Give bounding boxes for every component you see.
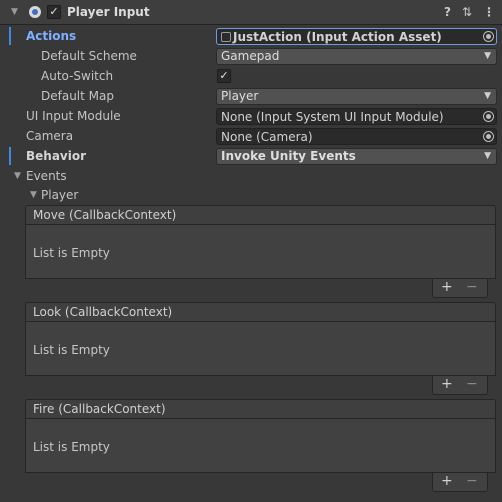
- actions-label: Actions: [26, 29, 77, 43]
- camera-label: Camera: [26, 129, 74, 143]
- default-map-dropdown[interactable]: Player ▼: [216, 88, 497, 105]
- object-picker-icon[interactable]: [483, 111, 494, 122]
- remove-listener-button[interactable]: −: [466, 473, 478, 489]
- default-scheme-label: Default Scheme: [41, 49, 137, 63]
- event-footer-fire: + −: [432, 473, 488, 492]
- event-body-look: List is Empty: [25, 322, 496, 376]
- input-action-asset-icon: [221, 32, 231, 42]
- ui-input-module-value: None (Input System UI Input Module): [221, 110, 444, 124]
- default-map-label: Default Map: [41, 89, 114, 103]
- component-title: Player Input: [67, 5, 150, 19]
- list-empty-text: List is Empty: [33, 343, 110, 357]
- list-empty-text: List is Empty: [33, 246, 110, 260]
- behavior-value: Invoke Unity Events: [221, 149, 356, 163]
- behavior-dropdown[interactable]: Invoke Unity Events ▼: [216, 148, 497, 165]
- default-map-value: Player: [221, 89, 259, 103]
- events-foldout-arrow-icon[interactable]: ▼: [14, 166, 21, 186]
- event-name: Move (CallbackContext): [33, 208, 177, 222]
- help-icon[interactable]: ?: [444, 0, 451, 24]
- add-listener-button[interactable]: +: [441, 376, 453, 392]
- event-header-look: Look (CallbackContext): [25, 302, 496, 322]
- camera-field[interactable]: None (Camera): [216, 128, 497, 145]
- event-header-fire: Fire (CallbackContext): [25, 399, 496, 419]
- chevron-down-icon: ▼: [484, 151, 491, 161]
- event-footer-move: + −: [432, 279, 488, 298]
- ui-input-module-field[interactable]: None (Input System UI Input Module): [216, 108, 497, 125]
- component-header[interactable]: ▼ ✓ Player Input ? ⇅ ⋮: [0, 0, 502, 25]
- object-picker-icon[interactable]: [483, 31, 494, 42]
- events-label[interactable]: Events: [26, 166, 67, 186]
- component-enabled-checkbox[interactable]: ✓: [47, 5, 61, 19]
- override-indicator-actions: [9, 27, 11, 45]
- event-body-move: List is Empty: [25, 225, 496, 279]
- list-empty-text: List is Empty: [33, 440, 110, 454]
- add-listener-button[interactable]: +: [441, 279, 453, 295]
- override-indicator-behavior: [9, 147, 11, 165]
- event-name: Look (CallbackContext): [33, 305, 173, 319]
- player-foldout-arrow-icon[interactable]: ▼: [30, 185, 37, 205]
- event-body-fire: List is Empty: [25, 419, 496, 473]
- remove-listener-button[interactable]: −: [466, 376, 478, 392]
- player-group-label[interactable]: Player: [41, 185, 78, 205]
- add-listener-button[interactable]: +: [441, 473, 453, 489]
- more-options-icon[interactable]: ⋮: [483, 0, 495, 24]
- actions-value: JustAction (Input Action Asset): [233, 30, 442, 44]
- actions-field[interactable]: JustAction (Input Action Asset): [216, 28, 497, 45]
- player-input-icon: [29, 6, 41, 18]
- chevron-down-icon: ▼: [484, 91, 491, 101]
- remove-listener-button[interactable]: −: [466, 279, 478, 295]
- auto-switch-checkbox[interactable]: ✓: [217, 69, 231, 83]
- behavior-label: Behavior: [26, 149, 87, 163]
- object-picker-icon[interactable]: [483, 131, 494, 142]
- default-scheme-value: Gamepad: [221, 49, 280, 63]
- chevron-down-icon: ▼: [484, 51, 491, 61]
- event-footer-look: + −: [432, 376, 488, 395]
- event-name: Fire (CallbackContext): [33, 402, 166, 416]
- presets-icon[interactable]: ⇅: [462, 0, 472, 24]
- fold-arrow-icon[interactable]: ▼: [11, 0, 18, 24]
- auto-switch-label: Auto-Switch: [41, 69, 114, 83]
- default-scheme-dropdown[interactable]: Gamepad ▼: [216, 48, 497, 65]
- ui-input-module-label: UI Input Module: [26, 109, 121, 123]
- camera-value: None (Camera): [221, 130, 313, 144]
- event-header-move: Move (CallbackContext): [25, 205, 496, 225]
